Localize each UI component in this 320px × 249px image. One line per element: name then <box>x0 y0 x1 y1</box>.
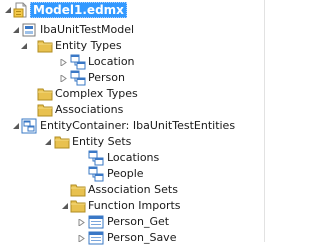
tree-node-label[interactable]: Person <box>86 70 127 86</box>
tree-node-set-people[interactable]: People <box>0 166 265 183</box>
tree-node-entity-location[interactable]: Location <box>0 54 265 71</box>
expanded-arrow-icon[interactable] <box>13 27 20 34</box>
function-import-icon <box>88 214 104 230</box>
entity-type-icon <box>70 70 86 86</box>
tree-node-label[interactable]: Entity Types <box>53 38 124 54</box>
tree-node-label[interactable]: IbaUnitTestModel <box>38 22 136 38</box>
entity-set-icon <box>88 150 104 166</box>
tree-node-function-imports[interactable]: Function Imports <box>0 198 265 215</box>
tree-node-label[interactable]: Location <box>86 54 137 70</box>
expanded-arrow-icon[interactable] <box>5 7 12 14</box>
tree-node-label[interactable]: Person_Save <box>105 230 178 246</box>
folder-icon <box>37 86 53 102</box>
edmx-file-icon <box>13 2 29 18</box>
model-icon <box>21 22 37 38</box>
tree-node-label[interactable]: Associations <box>53 102 125 118</box>
tree-node-complex-types[interactable]: Complex Types <box>0 86 265 103</box>
tree-node-label[interactable]: Locations <box>105 150 161 166</box>
tree-node-label[interactable]: Function Imports <box>86 198 183 214</box>
tree-node-label[interactable]: EntityContainer: IbaUnitTestEntities <box>38 118 237 134</box>
folder-icon <box>37 102 53 118</box>
folder-icon <box>54 134 70 150</box>
tree-node-model[interactable]: IbaUnitTestModel <box>0 22 265 39</box>
entity-set-icon <box>88 166 104 182</box>
entity-container-icon <box>21 118 37 134</box>
collapsed-arrow-icon[interactable] <box>60 59 67 66</box>
tree-node-fn-person-get[interactable]: Person_Get <box>0 214 265 231</box>
collapsed-arrow-icon[interactable] <box>78 235 85 242</box>
folder-icon <box>37 38 53 54</box>
collapsed-arrow-icon[interactable] <box>60 75 67 82</box>
tree-node-label[interactable]: Complex Types <box>53 86 140 102</box>
tree-node-entity-person[interactable]: Person <box>0 70 265 87</box>
tree-node-associations[interactable]: Associations <box>0 102 265 119</box>
tree-node-label[interactable]: Entity Sets <box>70 134 133 150</box>
tree-node-fn-person-save[interactable]: Person_Save <box>0 230 265 247</box>
folder-icon <box>70 198 86 214</box>
tree-node-entity-sets[interactable]: Entity Sets <box>0 134 265 151</box>
expanded-arrow-icon[interactable] <box>13 123 20 130</box>
folder-icon <box>70 182 86 198</box>
function-import-icon <box>88 230 104 246</box>
tree-node-label[interactable]: People <box>105 166 146 182</box>
tree-node-model1-edmx[interactable]: Model1.edmx <box>0 2 265 19</box>
collapsed-arrow-icon[interactable] <box>78 219 85 226</box>
expanded-arrow-icon[interactable] <box>21 43 28 50</box>
model-browser-tree: Model1.edmx IbaUnitTestModel Entity Type… <box>0 0 265 245</box>
tree-node-entity-container[interactable]: EntityContainer: IbaUnitTestEntities <box>0 118 265 135</box>
tree-node-association-sets[interactable]: Association Sets <box>0 182 265 199</box>
entity-type-icon <box>70 54 86 70</box>
expanded-arrow-icon[interactable] <box>45 139 52 146</box>
expanded-arrow-icon[interactable] <box>62 203 69 210</box>
tree-node-label[interactable]: Person_Get <box>105 214 171 230</box>
tree-node-label[interactable]: Model1.edmx <box>30 2 127 18</box>
tree-node-set-locations[interactable]: Locations <box>0 150 265 167</box>
tree-node-entity-types[interactable]: Entity Types <box>0 38 265 55</box>
tree-node-label[interactable]: Association Sets <box>86 182 180 198</box>
